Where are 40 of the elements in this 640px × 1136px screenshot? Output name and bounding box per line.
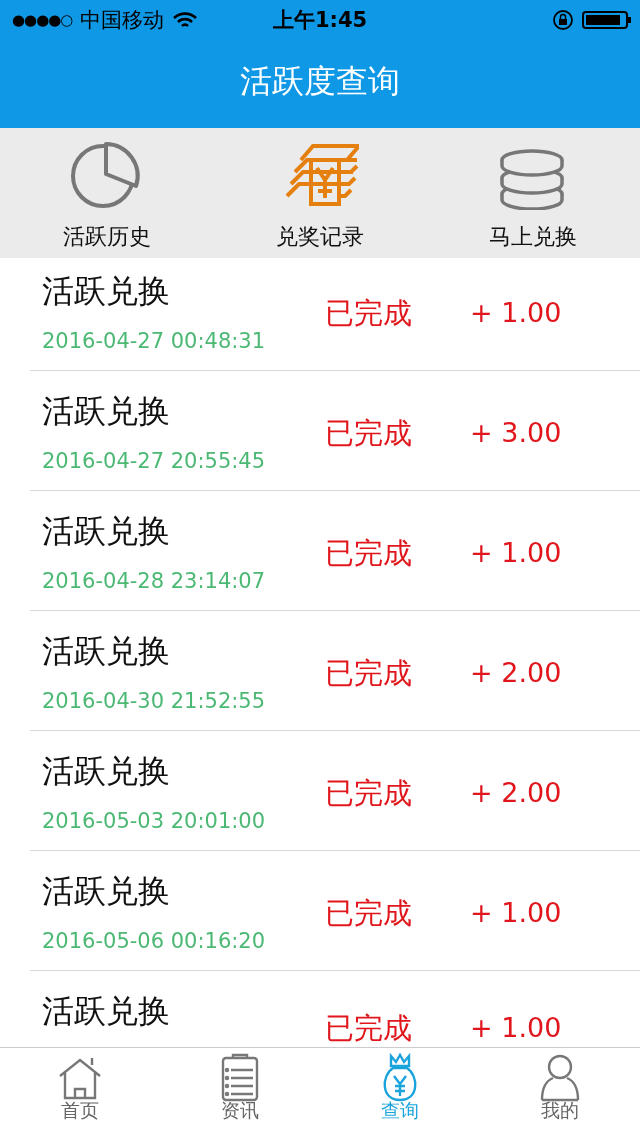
nav-title: 活跃度查询 [240,61,400,102]
record-amount: + 1.00 [470,296,562,330]
record-amount: + 3.00 [470,416,562,450]
carrier-name: 中国移动 [80,7,165,34]
tab-bar-item[interactable]: 我的 [480,1048,640,1136]
status-time: 上午1:45 [272,7,368,34]
record-time: 2016-04-28 23:14:07 [42,568,267,594]
record-amount: + 2.00 [470,776,562,810]
record-title: 活跃兑换 [42,513,171,549]
tab-bar-item[interactable]: 资讯 [160,1048,320,1136]
segment-tab[interactable]: 马上兑换 [426,128,640,258]
record-time: 2016-04-30 21:52:55 [42,688,267,714]
record-amount: + 2.00 [470,656,562,690]
record-title: 活跃兑换 [42,993,171,1029]
record-status: 已完成 [325,536,413,570]
record-time: 2016-05-03 20:01:00 [42,808,267,834]
record-amount: + 1.00 [470,896,562,930]
record-status: 已完成 [325,1011,413,1045]
record-status: 已完成 [325,896,413,930]
record-amount: + 1.00 [470,1011,562,1045]
tab-bar-item[interactable]: 首页 [0,1048,160,1136]
signal-dots: ●●●●○ [12,11,73,29]
record-status: 已完成 [325,656,413,690]
record-status: 已完成 [325,296,413,330]
record-status: 已完成 [325,416,413,450]
record-amount: + 1.00 [470,536,562,570]
record-time: 2016-04-27 20:55:45 [42,448,267,474]
segment-tab[interactable]: 活跃历史 [0,128,214,258]
record-title: 活跃兑换 [42,753,171,789]
record-title: 活跃兑换 [42,393,171,429]
rotation-lock-icon [552,9,574,31]
record-title: 活跃兑换 [42,273,171,309]
battery-icon [582,10,632,30]
record-time: 2016-04-27 00:48:31 [42,328,267,354]
segment-tab[interactable]: 兑奖记录 [213,128,427,258]
record-status: 已完成 [325,776,413,810]
wifi-icon [172,11,199,29]
record-title: 活跃兑换 [42,633,171,669]
record-title: 活跃兑换 [42,873,171,909]
record-time: 2016-05-06 00:16:20 [42,928,267,954]
